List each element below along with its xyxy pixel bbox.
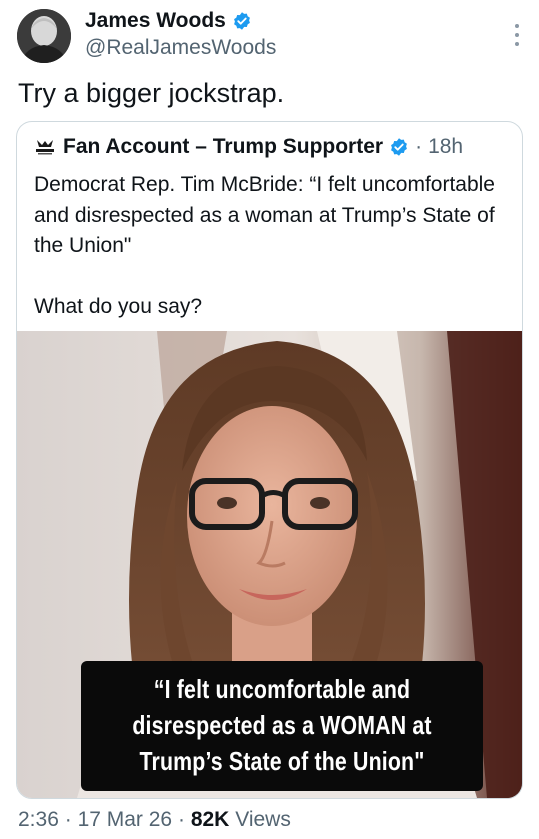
meta-dot: · <box>64 808 72 831</box>
quoted-text-paragraph-1: Democrat Rep. Tim McBride: “I felt uncom… <box>34 173 495 257</box>
more-options-icon[interactable] <box>513 24 521 46</box>
image-caption: “I felt uncomfortable and disrespected a… <box>132 674 432 776</box>
tweet-metadata: 2:36 · 17 Mar 26 · 82K Views <box>18 808 291 832</box>
tweet-date[interactable]: 17 Mar 26 <box>78 808 173 831</box>
quoted-separator: · <box>415 135 423 158</box>
author-name-row: James Woods <box>85 9 252 33</box>
verified-badge-icon <box>233 12 250 30</box>
quoted-tweet-text: Democrat Rep. Tim McBride: “I felt uncom… <box>34 170 504 322</box>
quoted-text-paragraph-2: What do you say? <box>34 294 203 318</box>
tweet-text: Try a bigger jockstrap. <box>18 78 285 108</box>
quoted-timestamp[interactable]: 18h <box>428 135 463 159</box>
quoted-account-avatar[interactable] <box>33 135 57 159</box>
quoted-tweet-card[interactable]: Fan Account – Trump Supporter · 18h Demo… <box>16 121 523 799</box>
views-count: 82K <box>190 808 230 831</box>
verified-badge-icon <box>391 138 407 156</box>
views-label: Views <box>235 808 291 831</box>
author-avatar[interactable] <box>17 9 71 63</box>
author-handle[interactable]: @RealJamesWoods <box>85 36 276 60</box>
quoted-tweet-header: Fan Account – Trump Supporter · 18h <box>33 135 463 159</box>
author-name[interactable]: James Woods <box>85 9 226 33</box>
tweet-time[interactable]: 2:36 <box>18 808 59 831</box>
quoted-tweet-image[interactable]: “I felt uncomfortable and disrespected a… <box>17 331 522 798</box>
meta-dot: · <box>177 808 185 831</box>
quoted-account-name[interactable]: Fan Account – Trump Supporter <box>63 135 383 159</box>
